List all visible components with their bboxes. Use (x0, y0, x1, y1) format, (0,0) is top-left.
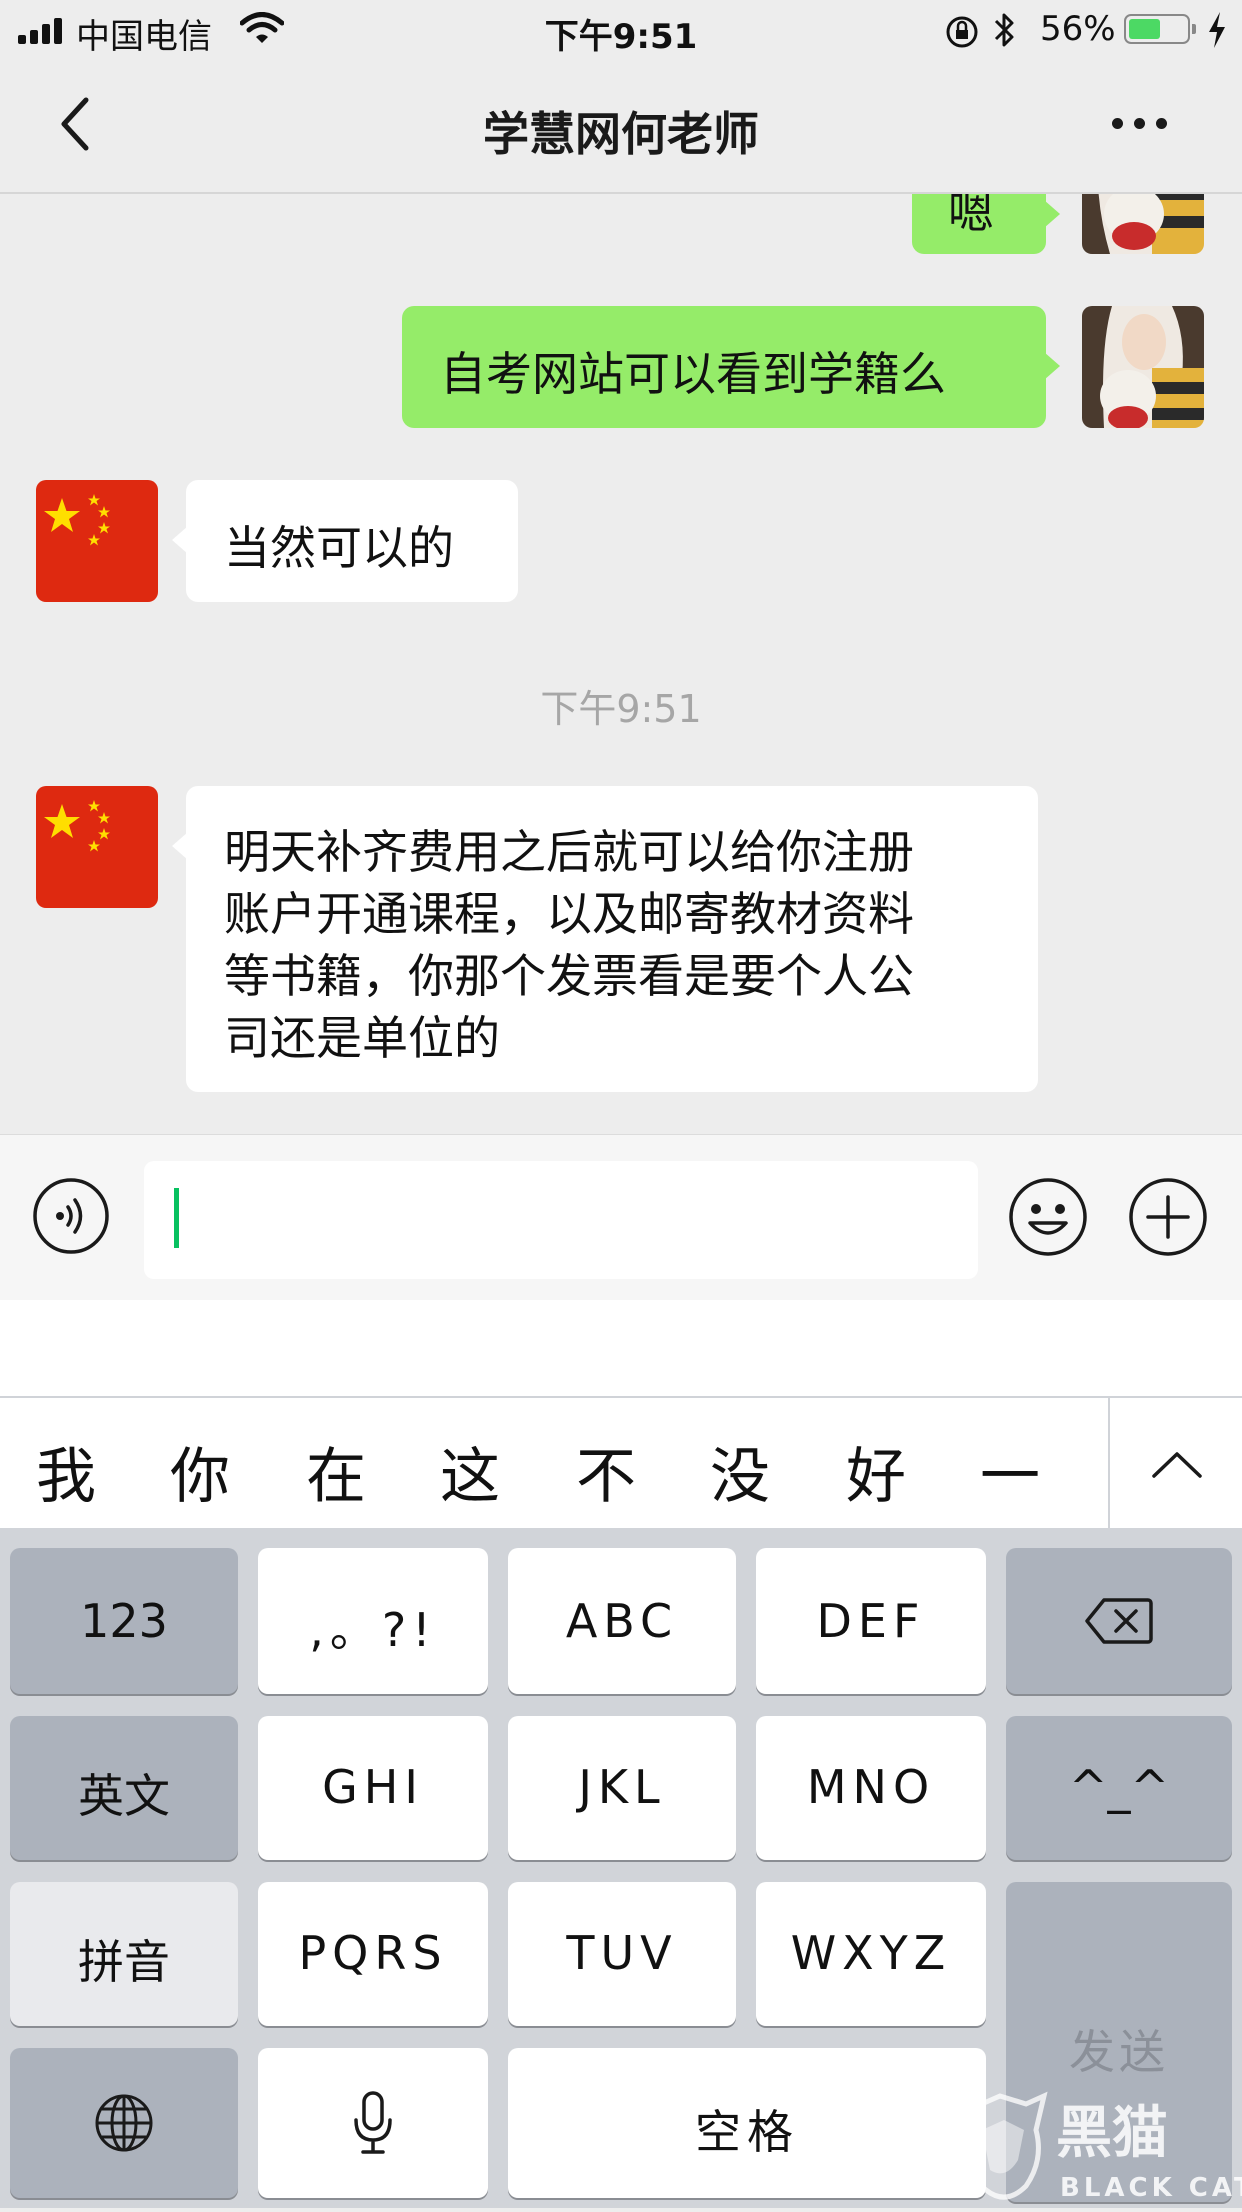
key-label: 123 (80, 1594, 168, 1648)
my-avatar[interactable] (1082, 306, 1204, 428)
key-pqrs[interactable]: PQRS (258, 1882, 488, 2026)
microphone-icon (354, 2091, 392, 2154)
key-abc[interactable]: ABC (508, 1548, 736, 1694)
key-jkl[interactable]: JKL (508, 1716, 736, 1860)
plus-icon[interactable] (1128, 1177, 1208, 1257)
emoji-icon[interactable] (1008, 1177, 1088, 1257)
watermark-text-cn: 黑猫 (1056, 2101, 1168, 2166)
space-key[interactable]: 空格 (508, 2048, 986, 2198)
message-list[interactable]: 嗯 自考网站可以看到学籍么 当然可以的 下午9:51 明天补齐费用之后就可以给你… (0, 194, 1242, 1134)
candidate-word[interactable]: 不 (556, 1428, 656, 1515)
battery-fill (1129, 19, 1160, 39)
key-english[interactable]: 英文 (10, 1716, 238, 1860)
send-label: 发送 (1069, 2025, 1169, 2079)
candidate-word[interactable]: 在 (286, 1428, 386, 1515)
candidate-word[interactable]: 这 (420, 1428, 520, 1515)
key-label: WXYZ (790, 1926, 952, 1980)
globe-key[interactable] (10, 2048, 238, 2198)
key-label: DEF (816, 1594, 926, 1648)
message-text: 当然可以的 (224, 521, 454, 575)
key-label: ABC (565, 1594, 679, 1648)
message-text: 嗯 (948, 194, 994, 239)
key-label: 拼音 (78, 1935, 170, 1989)
key-123[interactable]: 123 (10, 1548, 238, 1694)
more-dots-icon[interactable] (1112, 118, 1172, 132)
key-label: MNO (806, 1760, 936, 1814)
key-mno[interactable]: MNO (756, 1716, 986, 1860)
message-line: 等书籍，你那个发票看是要个人公 (224, 949, 914, 1003)
orientation-lock-icon (944, 14, 980, 59)
key-tuv[interactable]: TUV (508, 1882, 736, 2026)
key-emoticon[interactable]: ^_^ (1006, 1716, 1232, 1860)
message-line: 账户开通课程，以及邮寄教材资料 (224, 887, 914, 941)
candidate-word[interactable]: 好 (826, 1428, 926, 1515)
input-bar (0, 1134, 1242, 1302)
key-label: 英文 (78, 1769, 170, 1823)
message-timestamp: 下午9:51 (540, 687, 702, 731)
backspace-icon (1085, 1598, 1153, 1644)
contact-avatar[interactable] (36, 480, 158, 602)
candidate-word[interactable]: 你 (150, 1428, 250, 1515)
key-def[interactable]: DEF (756, 1548, 986, 1694)
message-bubble-out[interactable]: 自考网站可以看到学籍么 (402, 306, 1060, 428)
globe-icon (95, 2094, 153, 2152)
bluetooth-icon (992, 10, 1018, 59)
chat-title: 学慧网何老师 (483, 107, 759, 161)
key-ghi[interactable]: GHI (258, 1716, 488, 1860)
key-label: TUV (566, 1926, 678, 1980)
status-bar: 中国电信 下午9:51 56% (0, 0, 1242, 62)
message-line: 明天补齐费用之后就可以给你注册 (224, 825, 914, 879)
key-label: 空格 (695, 2105, 799, 2159)
candidate-word[interactable]: 我 (16, 1428, 116, 1515)
message-bubble-out[interactable]: 嗯 (912, 194, 1060, 254)
chevron-up-icon[interactable] (1108, 1398, 1242, 1530)
candidate-word[interactable]: 没 (690, 1428, 790, 1515)
message-input[interactable] (144, 1161, 978, 1279)
message-text: 自考网站可以看到学籍么 (440, 347, 946, 401)
message-bubble-in[interactable]: 当然可以的 (172, 480, 518, 602)
watermark-logo: 黑猫 BLACK CAT (960, 2090, 1242, 2208)
dictation-key[interactable] (258, 2048, 488, 2198)
text-caret (174, 1188, 179, 1248)
battery-percent: 56% (1040, 9, 1116, 49)
key-label: GHI (322, 1760, 424, 1814)
backspace-key[interactable] (1006, 1548, 1232, 1694)
charging-bolt-icon (1206, 10, 1228, 59)
key-pinyin[interactable]: 拼音 (10, 1882, 238, 2026)
key-wxyz[interactable]: WXYZ (756, 1882, 986, 2026)
key-label: ^_^ (1068, 1760, 1170, 1814)
message-line: 司还是单位的 (224, 1011, 500, 1065)
key-label: ,。?! (309, 1603, 437, 1657)
key-label: JKL (578, 1760, 666, 1814)
key-punctuation[interactable]: ,。?! (258, 1548, 488, 1694)
candidate-bar: 我 你 在 这 不 没 好 一 (0, 1396, 1242, 1530)
keyboard-top-area (0, 1300, 1242, 1396)
voice-icon[interactable] (32, 1177, 110, 1255)
contact-avatar[interactable] (36, 786, 158, 908)
key-label: PQRS (298, 1926, 448, 1980)
my-avatar[interactable] (1082, 194, 1204, 254)
battery-icon (1124, 14, 1196, 44)
candidate-word[interactable]: 一 (960, 1428, 1060, 1515)
chat-header: 学慧网何老师 (0, 62, 1242, 194)
message-bubble-in[interactable]: 明天补齐费用之后就可以给你注册 账户开通课程，以及邮寄教材资料 等书籍，你那个发… (172, 786, 1038, 1092)
watermark-text-en: BLACK CAT (1060, 2173, 1242, 2203)
